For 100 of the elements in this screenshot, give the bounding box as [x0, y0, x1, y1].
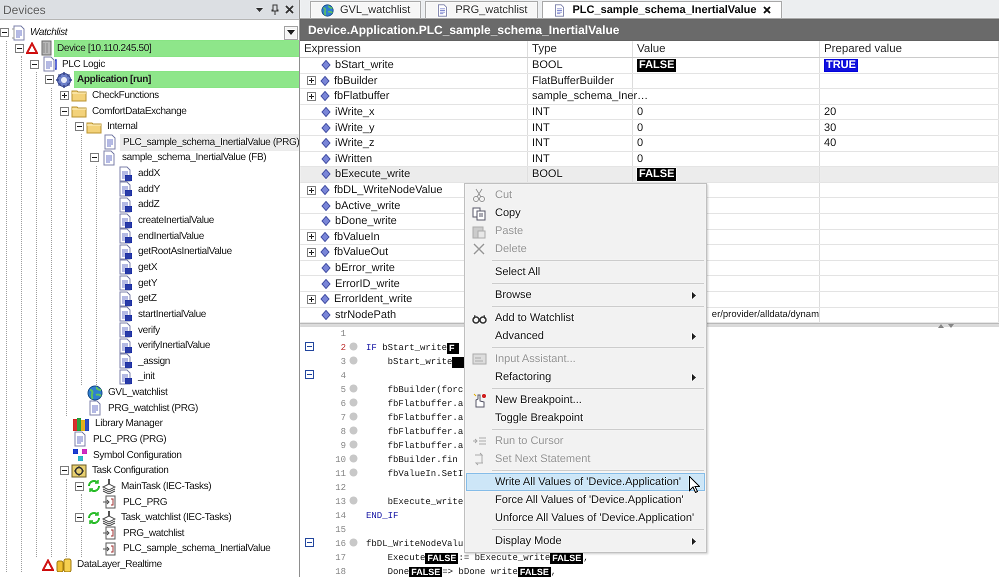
- close-icon[interactable]: [285, 5, 294, 14]
- menu-item[interactable]: Refactoring: [466, 368, 705, 386]
- table-row[interactable]: bExecute_write BOOL FALSE: [300, 167, 999, 183]
- menu-item[interactable]: Display Mode: [466, 532, 705, 550]
- tree-item[interactable]: PLC Logic: [59, 56, 299, 73]
- tree-item[interactable]: sample_schema_InertialValue (FB): [119, 149, 299, 166]
- expander-icon[interactable]: [307, 248, 316, 257]
- tree-item[interactable]: MainTask (IEC-Tasks): [118, 478, 299, 495]
- tree-item[interactable]: getRootAsInertialValue: [135, 243, 299, 260]
- breakpoint-dot[interactable]: [349, 468, 358, 478]
- breakpoint-dot[interactable]: [349, 496, 358, 506]
- breakpoint-dot[interactable]: [349, 342, 358, 352]
- tree-item[interactable]: verifyInertialValue: [135, 337, 299, 354]
- tree-item[interactable]: CheckFunctions: [89, 86, 299, 104]
- tree-item[interactable]: PRG_watchlist (PRG): [105, 400, 299, 417]
- scroll-arrows-icon[interactable]: [937, 323, 957, 328]
- table-row[interactable]: iWrite_z INT 0 40: [300, 136, 999, 152]
- tree-item[interactable]: Library Manager: [92, 415, 299, 432]
- tree-item[interactable]: DataLayer_Realtime: [74, 556, 299, 572]
- expander-icon[interactable]: [307, 232, 316, 242]
- tree-item[interactable]: PLC_PRG: [120, 494, 299, 511]
- table-row[interactable]: fbFlatbuffer sample_schema_Iner…: [300, 89, 999, 105]
- menu-item[interactable]: Force All Values of 'Device.Application': [466, 491, 705, 509]
- tree-item[interactable]: endInertialValue: [135, 228, 299, 245]
- diamond-icon: [320, 294, 330, 304]
- pin-icon[interactable]: [270, 4, 279, 15]
- menu-item[interactable]: Toggle Breakpoint: [466, 409, 705, 427]
- table-row[interactable]: fbBuilder FlatBufferBuilder: [300, 74, 999, 90]
- breakpoint-dot[interactable]: [349, 398, 358, 408]
- menu-item[interactable]: Add to Watchlist: [466, 309, 705, 327]
- variable-name: fbValueIn: [334, 230, 380, 243]
- expander-icon[interactable]: [60, 466, 69, 476]
- tree-item[interactable]: PRG_watchlist: [120, 524, 299, 542]
- column-header[interactable]: Value: [637, 43, 666, 55]
- tree-item[interactable]: Watchlist: [27, 24, 282, 42]
- expander-icon[interactable]: [15, 44, 24, 53]
- breakpoint-dot[interactable]: [349, 384, 358, 394]
- expander-icon[interactable]: [45, 75, 54, 84]
- expander-icon[interactable]: [90, 153, 99, 162]
- tree-item[interactable]: getX: [135, 258, 299, 276]
- breakpoint-dot[interactable]: [349, 426, 358, 436]
- tree-item[interactable]: Internal: [104, 118, 299, 136]
- dropdown-button[interactable]: [284, 26, 298, 40]
- breakpoint-dot[interactable]: [349, 440, 358, 450]
- tree-item[interactable]: GVL_watchlist: [105, 384, 299, 402]
- expander-icon[interactable]: [307, 92, 316, 101]
- expander-icon[interactable]: [75, 513, 84, 522]
- fold-icon[interactable]: [305, 370, 314, 380]
- close-icon[interactable]: [762, 6, 770, 14]
- expander-icon[interactable]: [307, 76, 316, 86]
- tree-item[interactable]: Symbol Configuration: [90, 446, 299, 464]
- expander-icon[interactable]: [30, 60, 39, 69]
- tree-item[interactable]: Task_watchlist (IEC-Tasks): [118, 509, 299, 526]
- fold-icon[interactable]: [305, 538, 314, 548]
- expander-icon[interactable]: [75, 482, 84, 491]
- variable-name: strNodePath: [335, 308, 396, 321]
- tree-item[interactable]: addY: [135, 180, 299, 198]
- fold-icon[interactable]: [305, 342, 314, 352]
- tree-item[interactable]: verify: [135, 322, 299, 338]
- breakpoint-dot[interactable]: [349, 454, 358, 464]
- breakpoint-dot[interactable]: [349, 412, 358, 422]
- column-header[interactable]: Expression: [304, 43, 361, 55]
- variable-name: fbBuilder: [334, 74, 378, 87]
- menu-item[interactable]: New Breakpoint...: [466, 391, 705, 409]
- tree-item[interactable]: addX: [135, 165, 299, 182]
- menu-item[interactable]: Unforce All Values of 'Device.Application': [466, 509, 705, 527]
- expander-icon[interactable]: [60, 106, 69, 116]
- editor-tab[interactable]: PLC_sample_schema_InertialValue: [542, 1, 782, 18]
- breakpoint-dot[interactable]: [349, 538, 358, 548]
- table-row[interactable]: bStart_write BOOL FALSE TRUE: [300, 58, 999, 74]
- table-row[interactable]: iWrite_y INT 0 30: [300, 120, 999, 136]
- editor-tab[interactable]: PRG_watchlist: [425, 1, 538, 18]
- dropdown-icon[interactable]: [255, 5, 264, 14]
- tree-item[interactable]: Device [10.110.245.50]: [54, 40, 299, 57]
- tree-item[interactable]: ComfortDataExchange: [89, 102, 299, 120]
- tree-item[interactable]: PLC_sample_schema_InertialValue: [120, 540, 299, 558]
- tree-item[interactable]: getY: [135, 274, 299, 292]
- menu-item[interactable]: Write All Values of 'Device.Application': [466, 473, 705, 491]
- column-header[interactable]: Prepared value: [824, 43, 902, 55]
- tree-item[interactable]: startInertialValue: [135, 306, 299, 323]
- tree-item[interactable]: PLC_sample_schema_InertialValue (PRG): [120, 134, 299, 151]
- expander-icon[interactable]: [307, 186, 316, 195]
- tree-item[interactable]: getZ: [135, 290, 299, 308]
- table-row[interactable]: iWrite_x INT 0 20: [300, 104, 999, 120]
- menu-item[interactable]: Advanced: [466, 327, 705, 345]
- tree-item[interactable]: _init: [135, 368, 299, 386]
- tree-item[interactable]: Application [run]: [74, 71, 299, 88]
- tree-item[interactable]: createInertialValue: [135, 212, 299, 230]
- expander-icon[interactable]: [307, 294, 316, 304]
- tree-item[interactable]: _assign: [135, 352, 299, 370]
- editor-tab[interactable]: GVL_watchlist: [310, 1, 422, 18]
- expander-icon[interactable]: [60, 90, 69, 100]
- tree-item[interactable]: addZ: [135, 196, 299, 214]
- expander-icon[interactable]: [0, 28, 9, 38]
- breakpoint-dot[interactable]: [349, 356, 358, 366]
- panel-title: Devices: [3, 2, 47, 16]
- tree-item[interactable]: Task Configuration: [89, 462, 299, 480]
- expander-icon[interactable]: [75, 122, 84, 132]
- column-header[interactable]: Type: [532, 43, 557, 55]
- tree-item[interactable]: PLC_PRG (PRG): [90, 430, 299, 448]
